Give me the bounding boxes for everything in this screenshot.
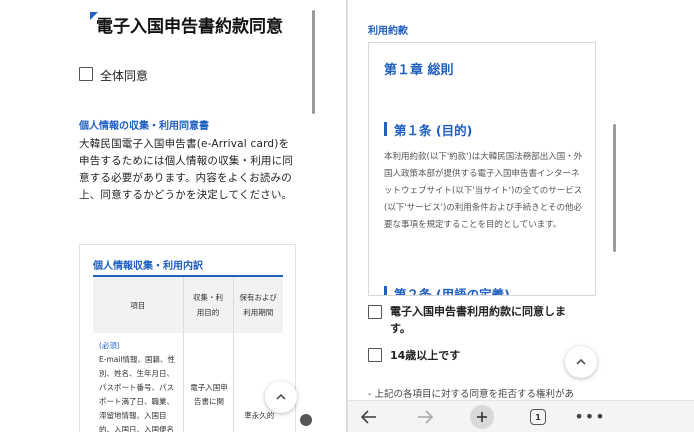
- age-checkbox[interactable]: [368, 348, 382, 362]
- more-menu-button[interactable]: •••: [574, 405, 606, 429]
- header-item: 項目: [93, 277, 184, 333]
- privacy-table-title: 個人情報収集・利用内訳: [93, 261, 203, 272]
- terms-scroll-box[interactable]: 第１章 総則 第１条 (目的) 本利用約款(以下'約款')は大韓民国法務部出入国…: [368, 42, 596, 296]
- row-purpose-cell: 電子入国申告書に関: [183, 333, 234, 432]
- article2-title: 第２条 (用語の定義): [394, 287, 510, 296]
- table-row: (必須) E-mail情報、国籍、性別、姓名、生年月日、パスポート番号、パスポー…: [93, 333, 283, 432]
- privacy-section-heading: 個人情報の収集・利用同意書: [79, 121, 209, 132]
- header-period: 保有および利用期間: [233, 277, 283, 333]
- scroll-to-top-button-left[interactable]: [265, 381, 297, 413]
- refusal-notice: - 上記の各項目に対する同意を拒否する権利があ: [368, 389, 574, 400]
- agree-all-label: 全体同意: [100, 69, 149, 83]
- tabs-button[interactable]: 1: [525, 405, 551, 429]
- chevron-up-icon: [576, 358, 586, 365]
- row-item-cell: (必須) E-mail情報、国籍、性別、姓名、生年月日、パスポート番号、パスポー…: [93, 333, 184, 432]
- agree-all-checkbox[interactable]: [79, 67, 93, 81]
- back-button[interactable]: [356, 405, 382, 429]
- age-label: 14歳以上です: [390, 349, 461, 362]
- terms-heading: 利用約款: [368, 26, 408, 37]
- agree-terms-checkbox[interactable]: [368, 305, 382, 319]
- purpose-spacer: [190, 339, 229, 381]
- privacy-table: 項目 収集・利用目的 保有および利用期間 (必須) E-mail情報、国籍、性別…: [93, 277, 283, 432]
- article1-body: 本利用約款(以下'約款')は大韓民国法務部出入国・外国人政策本部が提供する電子入…: [384, 152, 583, 230]
- agree-terms-label: 電子入国申告書利用約款に同意します。: [390, 305, 566, 335]
- forward-button[interactable]: [412, 405, 438, 429]
- arrow-right-icon: [418, 410, 434, 424]
- required-tag: (必須): [99, 341, 120, 350]
- page: 電子入国申告書約款同意 全体同意 個人情報の収集・利用同意書 大韓民国電子入国申…: [0, 0, 694, 432]
- right-pane: 利用約款 第１章 総則 第１条 (目的) 本利用約款(以下'約款')は大韓民国法…: [348, 0, 694, 432]
- arrow-left-icon: [360, 410, 376, 424]
- settings-icon[interactable]: [300, 414, 312, 426]
- article2-bar: [384, 286, 387, 295]
- article1-title: 第１条 (目的): [394, 123, 473, 138]
- row-period-text: 準永久的: [244, 411, 275, 420]
- privacy-section-body: 大韓民国電子入国申告書(e-Arrival card)を申告するためには個人情報…: [79, 138, 293, 201]
- privacy-table-card: 個人情報収集・利用内訳 項目 収集・利用目的 保有および利用期間 (必須) E-…: [79, 244, 296, 432]
- chapter-title: 第１章 総則: [384, 63, 454, 78]
- browser-bottom-bar: 1 •••: [348, 400, 694, 432]
- more-dots-icon: •••: [574, 407, 606, 426]
- chevron-up-icon: [276, 393, 286, 400]
- new-tab-button[interactable]: [469, 405, 495, 429]
- terms-scrollbar[interactable]: [613, 124, 616, 252]
- plus-icon: [470, 405, 494, 429]
- scroll-to-top-button-right[interactable]: [565, 346, 597, 378]
- row-item-text: E-mail情報、国籍、性別、姓名、生年月日、パスポート番号、パスポート満了日、…: [99, 355, 176, 432]
- left-pane: 電子入国申告書約款同意 全体同意 個人情報の収集・利用同意書 大韓民国電子入国申…: [0, 0, 318, 432]
- left-scrollbar[interactable]: [312, 10, 315, 114]
- privacy-table-header-row: 項目 収集・利用目的 保有および利用期間: [93, 277, 283, 333]
- row-purpose-text: 電子入国申告書に関: [190, 383, 228, 406]
- page-title: 電子入国申告書約款同意: [96, 17, 283, 37]
- article1-bar: [384, 122, 387, 136]
- header-purpose: 収集・利用目的: [183, 277, 234, 333]
- tab-count: 1: [530, 409, 546, 425]
